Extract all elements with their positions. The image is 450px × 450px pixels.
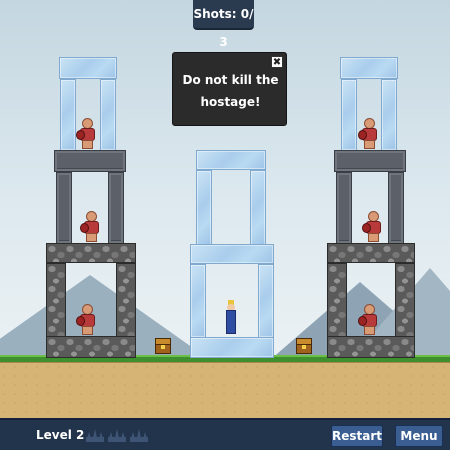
bottom-bar: Level 2 Restart Menu [0,418,450,450]
hint-dialog: ✖ Do not kill the hostage! [172,52,287,126]
enemy-guard[interactable] [76,304,98,336]
rock-block[interactable] [46,263,66,337]
rock-block[interactable] [46,243,136,263]
close-icon[interactable]: ✖ [271,56,283,68]
enemy-guard[interactable] [358,304,380,336]
ice-pillar[interactable] [60,79,76,151]
ice-pillar[interactable] [341,79,357,151]
enemy-guard[interactable] [76,118,98,150]
ice-pillar[interactable] [250,170,266,246]
ice-pillar[interactable] [190,264,206,338]
rock-block[interactable] [327,243,415,263]
hostage-king[interactable] [226,300,236,334]
stone-pillar[interactable] [56,172,72,244]
stone-pillar[interactable] [388,172,404,244]
rock-block[interactable] [327,336,415,358]
enemy-guard[interactable] [358,118,380,150]
ice-block[interactable] [340,57,398,79]
level-label: Level 2 [36,428,85,442]
stone-pillar[interactable] [336,172,352,244]
ice-pillar[interactable] [100,79,116,151]
ice-block[interactable] [190,337,274,358]
ground [0,362,450,418]
crown-icon [86,426,104,442]
restart-button[interactable]: Restart [331,425,383,447]
enemy-guard[interactable] [362,211,384,243]
ice-block[interactable] [59,57,117,79]
ice-block[interactable] [196,150,266,170]
rock-block[interactable] [46,336,136,358]
treasure-chest-icon[interactable] [155,338,171,354]
stone-pillar[interactable] [108,172,124,244]
crown-icon [108,426,126,442]
ice-pillar[interactable] [258,264,274,338]
ice-pillar[interactable] [196,170,212,246]
crown-icon [130,426,148,442]
rock-block[interactable] [116,263,136,337]
game-stage[interactable]: Shots: 0/ 3 ✖ Do not kill the hostage! L… [0,0,450,450]
ice-block[interactable] [190,244,274,264]
ice-pillar[interactable] [381,79,397,151]
stone-beam[interactable] [54,150,126,172]
shots-counter: Shots: 0/ 3 [193,0,254,49]
rock-block[interactable] [327,263,347,337]
stone-beam[interactable] [334,150,406,172]
treasure-chest-icon[interactable] [296,338,312,354]
menu-button[interactable]: Menu [395,425,443,447]
rock-block[interactable] [395,263,415,337]
hint-message: Do not kill the hostage! [182,73,279,109]
enemy-guard[interactable] [80,211,102,243]
